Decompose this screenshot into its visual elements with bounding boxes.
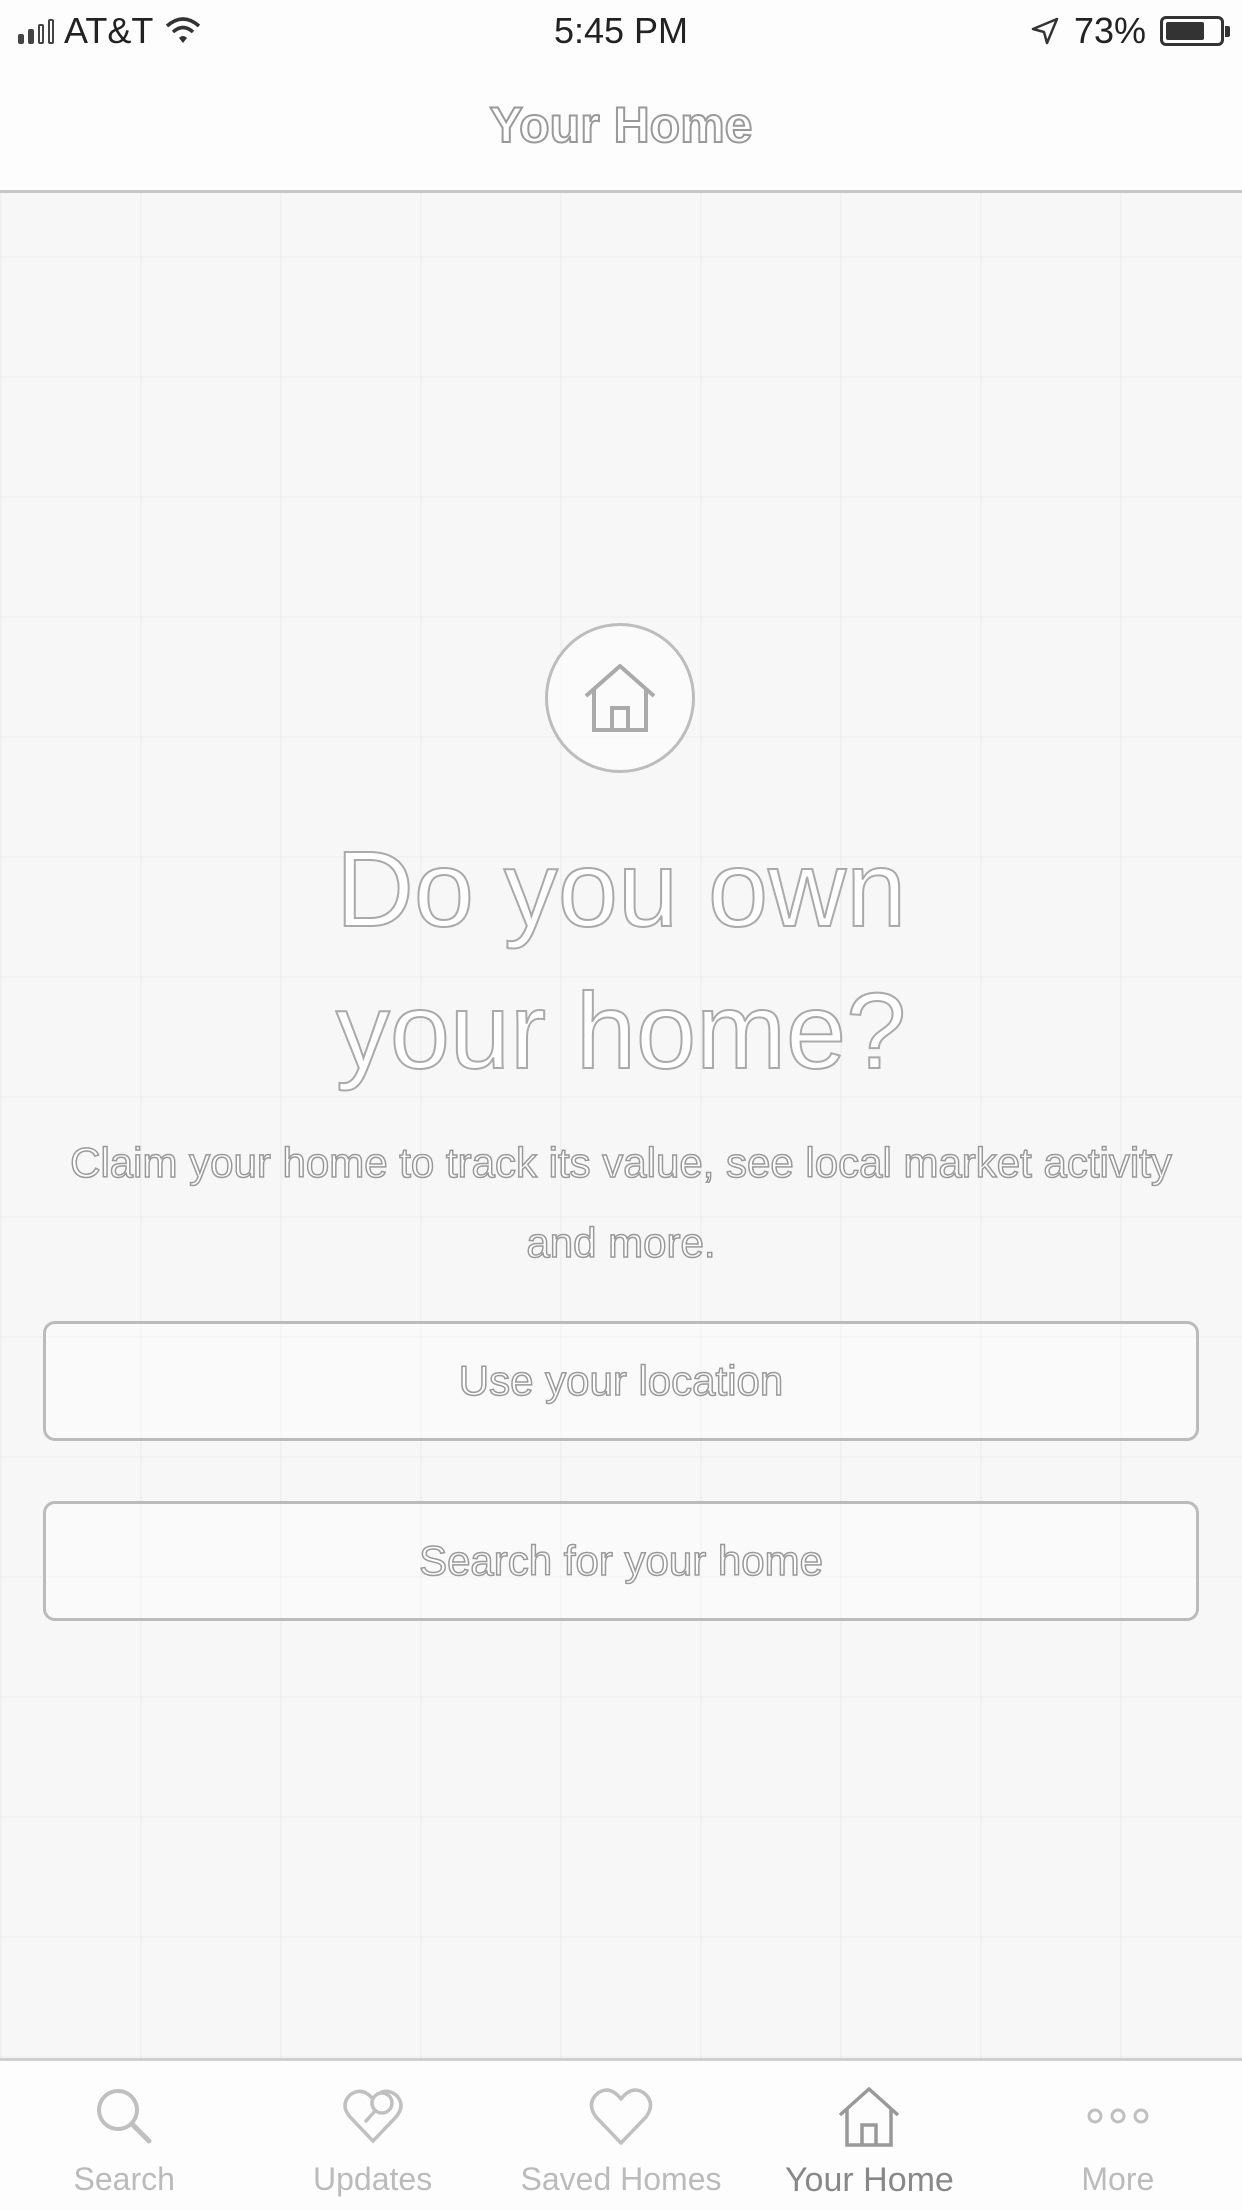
status-bar: AT&T 5:45 PM 73% bbox=[0, 0, 1242, 60]
use-location-button[interactable]: Use your location bbox=[43, 1321, 1199, 1441]
headline: Do you own your home? bbox=[0, 818, 1242, 1102]
tab-label-search: Search bbox=[73, 2161, 175, 2197]
subtext: Claim your home to track its value, see … bbox=[69, 1138, 1172, 1267]
nav-header: Your Home bbox=[0, 60, 1242, 193]
tab-label-saved-homes: Saved Homes bbox=[520, 2161, 722, 2197]
battery-percent: 73% bbox=[1073, 10, 1146, 51]
tab-more[interactable]: More bbox=[994, 2061, 1242, 2211]
tab-label-more: More bbox=[1081, 2161, 1155, 2197]
tab-bar: Search Updates Saved Homes Your Home Mor… bbox=[0, 2058, 1242, 2211]
status-right: 73% bbox=[1030, 10, 1230, 52]
hero-content: Do you own your home? Claim your home to… bbox=[0, 193, 1242, 2058]
page-title: Your Home bbox=[489, 96, 754, 154]
battery-icon bbox=[1160, 16, 1230, 46]
tab-your-home[interactable]: Your Home bbox=[745, 2061, 993, 2211]
house-icon bbox=[584, 664, 656, 732]
heart-icon bbox=[589, 2088, 653, 2145]
headline-line-1: Do you own bbox=[335, 827, 907, 950]
location-arrow-icon bbox=[1031, 17, 1059, 45]
house-badge bbox=[545, 623, 695, 773]
more-dots-icon bbox=[1087, 2108, 1149, 2124]
tab-saved-homes[interactable]: Saved Homes bbox=[497, 2061, 745, 2211]
house-icon bbox=[839, 2087, 900, 2147]
heart-search-icon bbox=[342, 2089, 403, 2144]
tab-label-your-home: Your Home bbox=[785, 2161, 954, 2199]
battery-fill bbox=[1166, 22, 1204, 40]
headline-line-2: your home? bbox=[335, 969, 907, 1092]
hero-background: Do you own your home? Claim your home to… bbox=[0, 193, 1242, 2058]
search-icon bbox=[97, 2089, 152, 2144]
tab-updates[interactable]: Updates bbox=[248, 2061, 496, 2211]
tab-search[interactable]: Search bbox=[0, 2061, 248, 2211]
search-home-button[interactable]: Search for your home bbox=[43, 1501, 1199, 1621]
tab-label-updates: Updates bbox=[313, 2161, 433, 2197]
